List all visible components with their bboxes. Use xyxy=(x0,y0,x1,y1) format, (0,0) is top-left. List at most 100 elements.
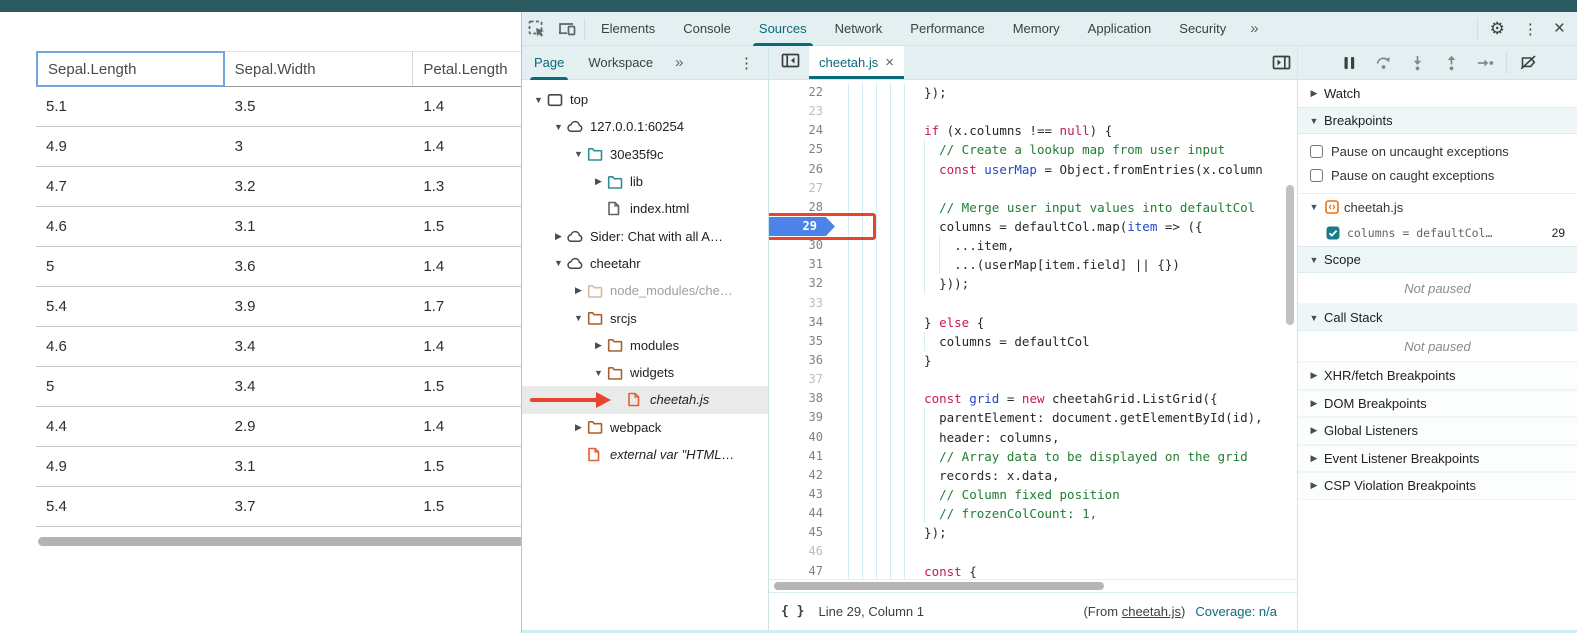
line-number[interactable]: 30 xyxy=(769,236,835,255)
chevron-right-icon[interactable]: ▶ xyxy=(572,422,585,433)
grid-cell[interactable]: 3.9 xyxy=(225,287,414,327)
line-number[interactable]: 36 xyxy=(769,351,835,370)
tab-network[interactable]: Network xyxy=(821,12,897,46)
collapse-navigator-icon[interactable] xyxy=(775,46,805,74)
pretty-print-icon[interactable]: { } xyxy=(781,604,804,619)
navigator-more-options-icon[interactable]: ⋮ xyxy=(731,54,768,72)
device-toolbar-icon[interactable] xyxy=(552,15,582,43)
section-watch[interactable]: ▶ Watch xyxy=(1298,80,1577,107)
line-number[interactable]: 40 xyxy=(769,428,835,447)
grid-cell[interactable]: 1.4 xyxy=(413,327,521,367)
line-number[interactable]: 27 xyxy=(769,179,835,198)
step-out-icon[interactable] xyxy=(1436,49,1466,77)
grid-cell[interactable]: 1.4 xyxy=(413,247,521,287)
grid-cell[interactable]: 3.5 xyxy=(225,87,414,127)
grid-cell[interactable]: 1.5 xyxy=(413,367,521,407)
editor-scrollbar-thumb[interactable] xyxy=(774,582,1104,590)
tree-item-widgets[interactable]: ▼widgets xyxy=(522,359,768,386)
chevron-down-icon[interactable]: ▼ xyxy=(592,368,605,378)
line-number[interactable]: 24 xyxy=(769,121,835,140)
tree-item-node-modules-che-[interactable]: ▶node_modules/che… xyxy=(522,277,768,304)
tree-item-srcjs[interactable]: ▼srcjs xyxy=(522,304,768,331)
tree-item-cheetah-js[interactable]: cheetah.js xyxy=(522,386,768,413)
grid-cell[interactable]: 4.9 xyxy=(36,127,225,167)
grid-cell[interactable]: 3.2 xyxy=(225,167,414,207)
grid-cell[interactable]: 1.5 xyxy=(413,447,521,487)
grid-cell[interactable]: 5 xyxy=(36,247,225,287)
tree-item-lib[interactable]: ▶lib xyxy=(522,168,768,195)
line-number[interactable]: 42 xyxy=(769,466,835,485)
line-number[interactable]: 34 xyxy=(769,313,835,332)
grid-cell[interactable]: 3.4 xyxy=(225,367,414,407)
step-into-icon[interactable] xyxy=(1402,49,1432,77)
chevron-right-icon[interactable]: ▶ xyxy=(552,231,565,242)
line-number[interactable]: 26 xyxy=(769,160,835,179)
tree-item-30e35f9c[interactable]: ▼30e35f9c xyxy=(522,141,768,168)
grid-cell[interactable]: 3.7 xyxy=(225,487,414,527)
grid-cell[interactable]: 4.9 xyxy=(36,447,225,487)
grid-cell[interactable]: 3.4 xyxy=(225,327,414,367)
grid-cell[interactable]: 3 xyxy=(225,127,414,167)
tab-memory[interactable]: Memory xyxy=(999,12,1074,46)
pause-script-icon[interactable] xyxy=(1334,49,1364,77)
grid-cell[interactable]: 4.6 xyxy=(36,207,225,247)
line-number[interactable]: 47 xyxy=(769,562,835,579)
line-number[interactable]: 44 xyxy=(769,504,835,523)
navigator-more-tabs-chevron[interactable]: » xyxy=(665,54,693,71)
editor-vertical-scrollbar-thumb[interactable] xyxy=(1286,185,1294,325)
line-number[interactable]: 33 xyxy=(769,294,835,313)
inspect-element-icon[interactable] xyxy=(522,15,552,43)
line-number[interactable]: 32 xyxy=(769,274,835,293)
line-number[interactable]: 35 xyxy=(769,332,835,351)
settings-gear-icon[interactable]: ⚙ xyxy=(1480,19,1515,39)
tree-item-cheetahr[interactable]: ▼cheetahr xyxy=(522,250,768,277)
chevron-down-icon[interactable]: ▼ xyxy=(552,122,565,132)
tree-item-127-0-0-1-60254[interactable]: ▼127.0.0.1:60254 xyxy=(522,113,768,140)
grid-cell[interactable]: 5.4 xyxy=(36,487,225,527)
breakpoint-file-group[interactable]: ▼ cheetah.js xyxy=(1298,194,1577,220)
tree-item-modules[interactable]: ▶modules xyxy=(522,332,768,359)
line-number[interactable]: 22 xyxy=(769,83,835,102)
toggle-debugger-sidebar-icon[interactable] xyxy=(1266,49,1296,77)
grid-cell[interactable]: 4.6 xyxy=(36,327,225,367)
grid-cell[interactable]: 3.1 xyxy=(225,207,414,247)
tab-elements[interactable]: Elements xyxy=(587,12,669,46)
grid-cell[interactable]: 5.1 xyxy=(36,87,225,127)
grid-cell[interactable]: 4.7 xyxy=(36,167,225,207)
grid-cell[interactable]: 3.1 xyxy=(225,447,414,487)
coverage-link[interactable]: Coverage: n/a xyxy=(1195,604,1277,619)
chevron-right-icon[interactable]: ▶ xyxy=(572,285,585,296)
grid-cell[interactable]: 1.4 xyxy=(413,127,521,167)
grid-cell[interactable]: 5 xyxy=(36,367,225,407)
grid-header-cell[interactable]: Sepal.Length xyxy=(36,51,225,87)
line-number[interactable]: 39 xyxy=(769,408,835,427)
checkbox-checked-icon[interactable] xyxy=(1326,226,1340,240)
tab-console[interactable]: Console xyxy=(669,12,745,46)
section-xhr-fetch-breakpoints[interactable]: ▶XHR/fetch Breakpoints xyxy=(1298,362,1577,390)
tree-item-top[interactable]: ▼top xyxy=(522,86,768,113)
grid-cell[interactable]: 2.9 xyxy=(225,407,414,447)
file-tab-cheetah-js[interactable]: cheetah.js × xyxy=(809,46,904,79)
navigator-tab-page[interactable]: Page xyxy=(522,46,576,80)
grid-cell[interactable]: 3.6 xyxy=(225,247,414,287)
section-csp-violation-breakpoints[interactable]: ▶CSP Violation Breakpoints xyxy=(1298,472,1577,500)
grid-header-cell[interactable]: Petal.Length xyxy=(413,51,521,87)
grid-cell[interactable]: 1.5 xyxy=(413,487,521,527)
line-number[interactable]: 38 xyxy=(769,389,835,408)
chevron-right-icon[interactable]: ▶ xyxy=(592,340,605,351)
customize-devtools-icon[interactable]: ⋮ xyxy=(1515,20,1546,38)
grid-cell[interactable]: 1.5 xyxy=(413,207,521,247)
tab-application[interactable]: Application xyxy=(1074,12,1166,46)
file-tab-close-icon[interactable]: × xyxy=(885,54,894,71)
step-icon[interactable] xyxy=(1470,49,1500,77)
tree-item-external-var-html-[interactable]: external var "HTML… xyxy=(522,441,768,468)
line-number[interactable]: 43 xyxy=(769,485,835,504)
line-number[interactable]: 45 xyxy=(769,523,835,542)
section-event-listener-breakpoints[interactable]: ▶Event Listener Breakpoints xyxy=(1298,445,1577,473)
chevron-right-icon[interactable]: ▶ xyxy=(592,176,605,187)
grid-cell[interactable]: 1.4 xyxy=(413,407,521,447)
pause-caught-exceptions-row[interactable]: Pause on caught exceptions xyxy=(1298,163,1577,187)
close-devtools-icon[interactable]: × xyxy=(1546,18,1577,40)
tree-item-index-html[interactable]: index.html xyxy=(522,195,768,222)
section-dom-breakpoints[interactable]: ▶DOM Breakpoints xyxy=(1298,390,1577,418)
